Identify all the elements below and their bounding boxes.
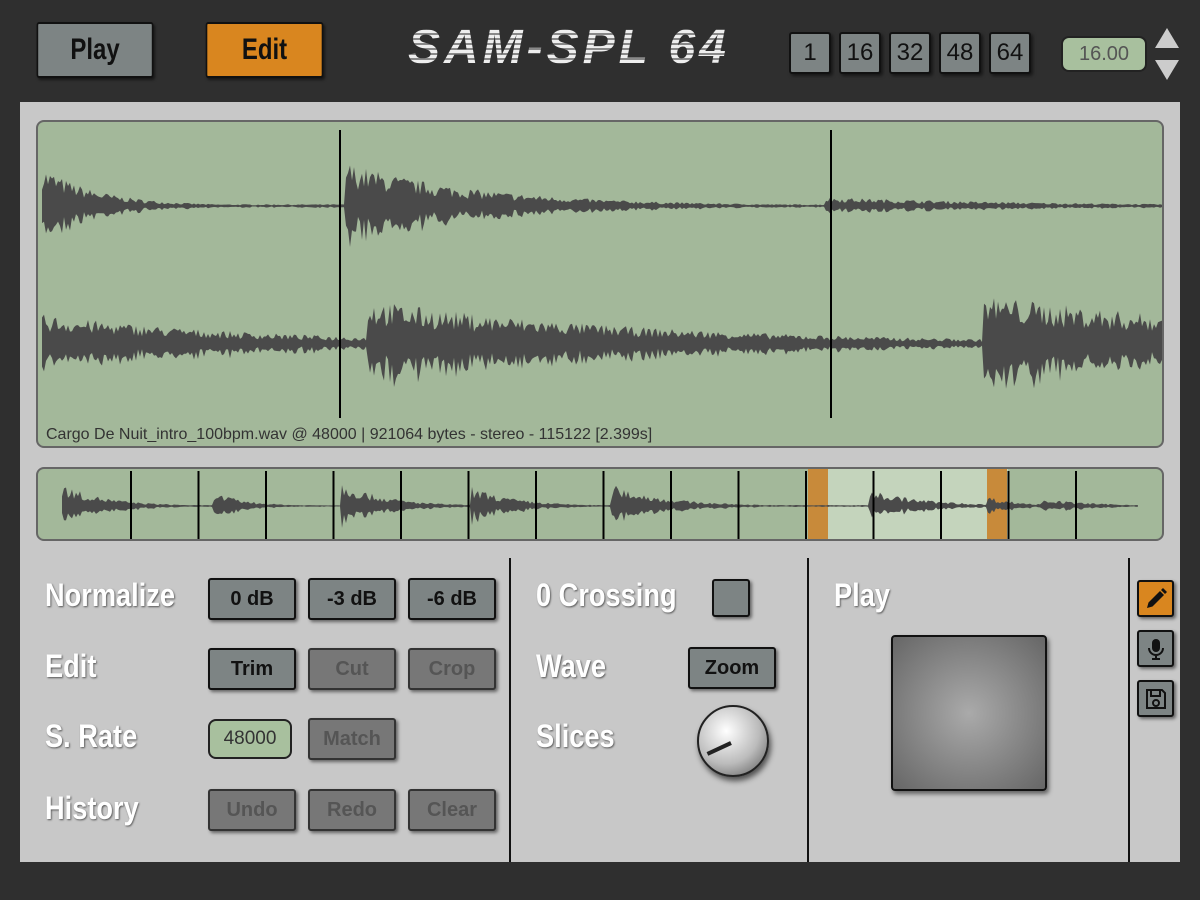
match-button[interactable]: Match [308, 718, 396, 760]
value-display[interactable]: 16.00 [1061, 36, 1147, 72]
overview-display[interactable] [36, 467, 1164, 541]
waveform-right-channel [42, 298, 1162, 389]
wave-label: Wave [536, 648, 607, 684]
waveform-display[interactable]: Cargo De Nuit_intro_100bpm.wav @ 48000 |… [36, 120, 1164, 448]
cut-button[interactable]: Cut [308, 648, 396, 690]
zero-crossing-label: 0 Crossing [536, 577, 677, 613]
slices-knob[interactable] [697, 705, 769, 777]
selection-start-handle[interactable] [808, 469, 828, 541]
slices-label: Slices [536, 718, 615, 754]
app-title: SAM-SPL 64 [408, 21, 730, 74]
zero-crossing-checkbox[interactable] [712, 579, 750, 617]
pencil-tool-button[interactable] [1137, 580, 1174, 617]
save-icon [1145, 688, 1166, 709]
undo-button[interactable]: Undo [208, 789, 296, 831]
save-tool-button[interactable] [1137, 680, 1174, 717]
slice-count-button-48[interactable]: 48 [939, 32, 981, 74]
pencil-icon [1146, 587, 1167, 608]
normalize-6db-button[interactable]: -6 dB [408, 578, 496, 620]
microphone-icon [1147, 638, 1164, 660]
waveform-left-channel [42, 165, 1162, 247]
play-label: Play [834, 577, 890, 613]
play-mode-button[interactable]: Play [36, 22, 154, 78]
waveform [42, 130, 1162, 418]
normalize-0db-button[interactable]: 0 dB [208, 578, 296, 620]
sample-rate-field[interactable]: 48000 [208, 719, 292, 759]
zoom-button[interactable]: Zoom [688, 647, 776, 689]
play-label: Play [70, 33, 120, 66]
normalize-label: Normalize [45, 577, 175, 613]
triangle-down-icon[interactable] [1155, 60, 1179, 80]
edit-label: Edit [45, 648, 97, 684]
normalize-3db-button[interactable]: -3 dB [308, 578, 396, 620]
overview-waveform [62, 469, 1138, 541]
sample-rate-label: S. Rate [45, 718, 138, 754]
play-pad[interactable] [891, 635, 1047, 791]
history-label: History [45, 790, 139, 826]
knob-indicator [706, 741, 732, 756]
clear-button[interactable]: Clear [408, 789, 496, 831]
slice-count-button-64[interactable]: 64 [989, 32, 1031, 74]
redo-button[interactable]: Redo [308, 789, 396, 831]
edit-label: Edit [241, 33, 288, 66]
triangle-up-icon[interactable] [1155, 28, 1179, 48]
file-info: Cargo De Nuit_intro_100bpm.wav @ 48000 |… [46, 426, 653, 443]
slice-count-button-16[interactable]: 16 [839, 32, 881, 74]
trim-button[interactable]: Trim [208, 648, 296, 690]
slice-count-button-1[interactable]: 1 [789, 32, 831, 74]
slice-count-button-32[interactable]: 32 [889, 32, 931, 74]
crop-button[interactable]: Crop [408, 648, 496, 690]
edit-mode-button[interactable]: Edit [205, 22, 324, 78]
record-tool-button[interactable] [1137, 630, 1174, 667]
